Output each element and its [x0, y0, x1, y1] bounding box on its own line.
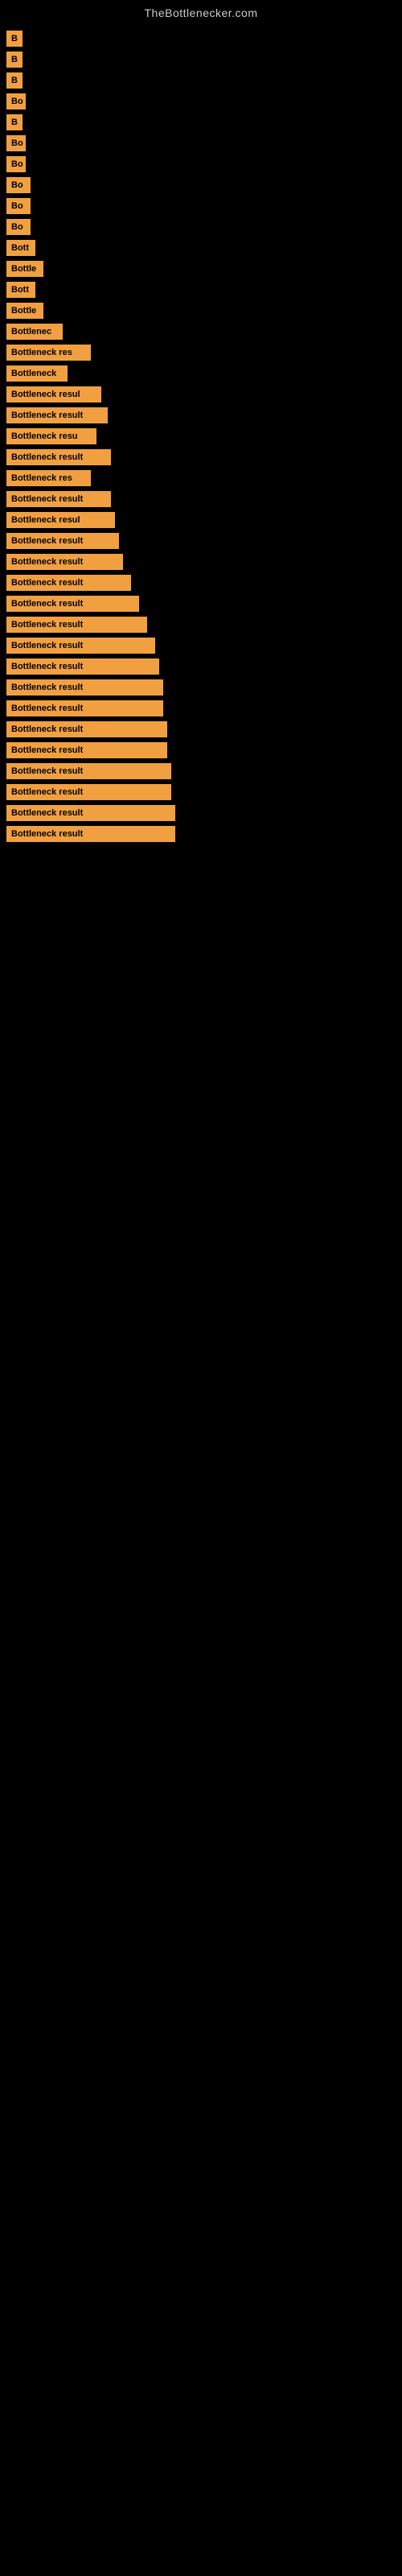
- list-item: Bottleneck resul: [6, 386, 402, 402]
- bottleneck-label: Bottleneck result: [6, 805, 175, 821]
- bottleneck-label: Bottle: [6, 303, 43, 319]
- list-item: Bottleneck result: [6, 658, 402, 675]
- list-item: Bottleneck res: [6, 470, 402, 486]
- bottleneck-label: Bottleneck resul: [6, 386, 101, 402]
- list-item: Bottleneck: [6, 365, 402, 382]
- bottleneck-label: Bottleneck result: [6, 721, 167, 737]
- bottleneck-label: Bott: [6, 282, 35, 298]
- list-item: Bottle: [6, 303, 402, 319]
- bottleneck-label: B: [6, 72, 23, 89]
- list-item: Bottlenec: [6, 324, 402, 340]
- list-item: Bottleneck result: [6, 617, 402, 633]
- list-item: Bottle: [6, 261, 402, 277]
- list-item: Bottleneck result: [6, 554, 402, 570]
- bottleneck-label: Bottleneck result: [6, 617, 147, 633]
- list-item: B: [6, 52, 402, 68]
- bottleneck-label: Bottleneck result: [6, 826, 175, 842]
- list-item: Bottleneck result: [6, 533, 402, 549]
- bottleneck-label: Bottleneck result: [6, 784, 171, 800]
- bottleneck-label: Bottleneck result: [6, 596, 139, 612]
- list-item: Bottleneck result: [6, 575, 402, 591]
- list-item: Bottleneck result: [6, 700, 402, 716]
- list-item: Bottleneck result: [6, 784, 402, 800]
- bottleneck-label: Bottleneck result: [6, 554, 123, 570]
- list-item: Bottleneck result: [6, 596, 402, 612]
- list-item: Bottleneck resul: [6, 512, 402, 528]
- bottleneck-label: Bottlenec: [6, 324, 63, 340]
- list-item: Bottleneck result: [6, 763, 402, 779]
- site-title: TheBottlenecker.com: [0, 0, 402, 23]
- list-item: Bo: [6, 198, 402, 214]
- list-item: Bo: [6, 156, 402, 172]
- bottleneck-label: Bottleneck result: [6, 763, 171, 779]
- bottleneck-label: Bo: [6, 156, 26, 172]
- list-item: Bottleneck result: [6, 742, 402, 758]
- bottleneck-label: B: [6, 114, 23, 130]
- list-item: B: [6, 72, 402, 89]
- bottleneck-label: Bo: [6, 198, 31, 214]
- bottleneck-label: B: [6, 31, 23, 47]
- bottleneck-label: Bottleneck result: [6, 407, 108, 423]
- items-container: BBBBoBBoBoBoBoBoBottBottleBottBottleBott…: [0, 23, 402, 855]
- list-item: B: [6, 114, 402, 130]
- bottleneck-label: Bottleneck result: [6, 533, 119, 549]
- bottleneck-label: Bo: [6, 93, 26, 109]
- bottleneck-label: Bottleneck result: [6, 575, 131, 591]
- list-item: Bottleneck result: [6, 805, 402, 821]
- bottleneck-label: Bottleneck result: [6, 679, 163, 696]
- list-item: Bott: [6, 282, 402, 298]
- bottleneck-label: B: [6, 52, 23, 68]
- bottleneck-label: Bottleneck resu: [6, 428, 96, 444]
- bottleneck-label: Bo: [6, 219, 31, 235]
- list-item: Bottleneck result: [6, 407, 402, 423]
- bottleneck-label: Bottleneck: [6, 365, 68, 382]
- list-item: Bottleneck result: [6, 449, 402, 465]
- list-item: Bottleneck resu: [6, 428, 402, 444]
- list-item: Bottleneck result: [6, 638, 402, 654]
- bottleneck-label: Bottleneck result: [6, 638, 155, 654]
- bottleneck-label: Bottleneck result: [6, 742, 167, 758]
- bottleneck-label: Bottleneck result: [6, 491, 111, 507]
- list-item: Bo: [6, 135, 402, 151]
- bottleneck-label: Bo: [6, 177, 31, 193]
- bottleneck-label: Bott: [6, 240, 35, 256]
- bottleneck-label: Bottleneck resul: [6, 512, 115, 528]
- bottleneck-label: Bottleneck res: [6, 470, 91, 486]
- list-item: Bottleneck res: [6, 345, 402, 361]
- list-item: Bottleneck result: [6, 721, 402, 737]
- list-item: Bottleneck result: [6, 491, 402, 507]
- bottleneck-label: Bottleneck result: [6, 449, 111, 465]
- list-item: Bott: [6, 240, 402, 256]
- list-item: B: [6, 31, 402, 47]
- list-item: Bo: [6, 93, 402, 109]
- bottleneck-label: Bottleneck result: [6, 700, 163, 716]
- list-item: Bottleneck result: [6, 679, 402, 696]
- list-item: Bo: [6, 177, 402, 193]
- list-item: Bo: [6, 219, 402, 235]
- bottleneck-label: Bo: [6, 135, 26, 151]
- bottleneck-label: Bottleneck result: [6, 658, 159, 675]
- bottleneck-label: Bottleneck res: [6, 345, 91, 361]
- bottleneck-label: Bottle: [6, 261, 43, 277]
- list-item: Bottleneck result: [6, 826, 402, 842]
